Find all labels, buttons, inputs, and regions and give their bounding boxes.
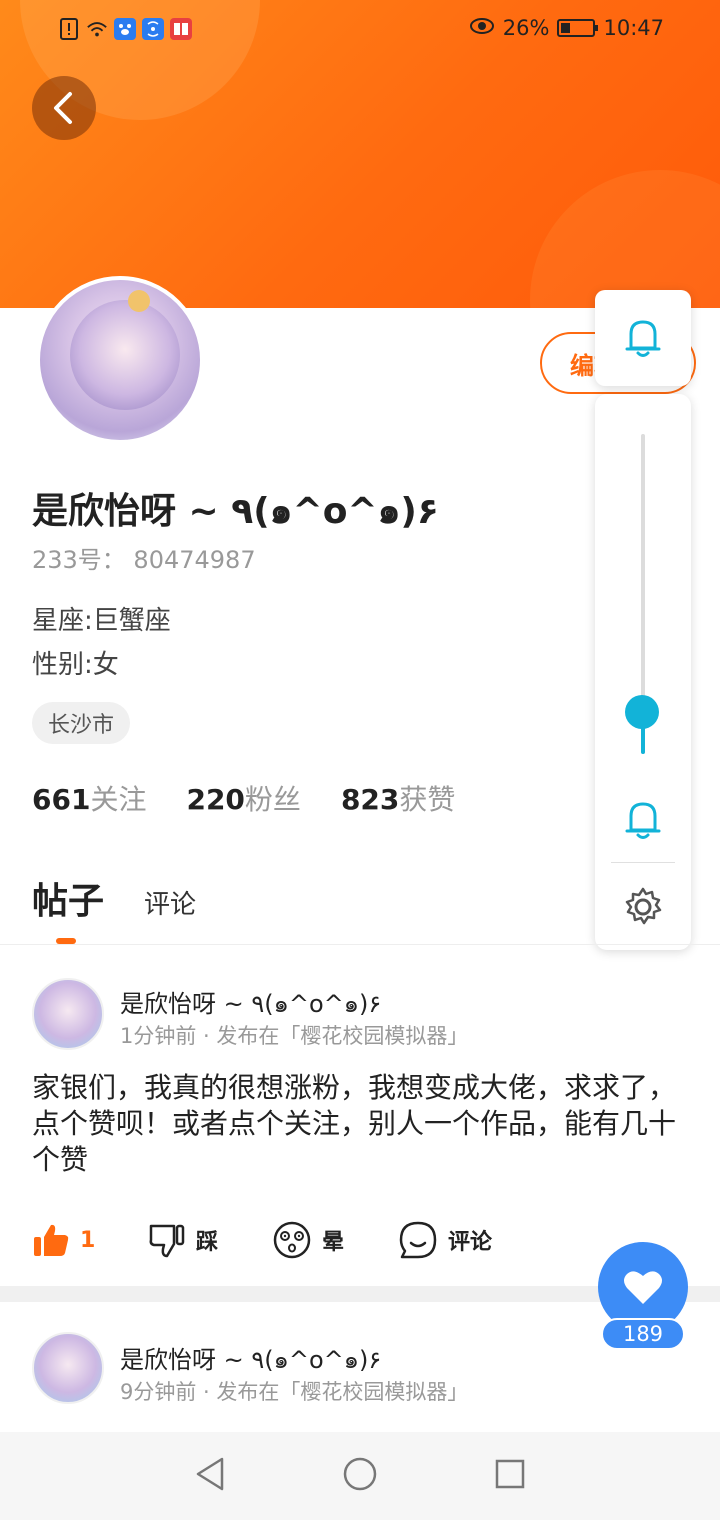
alert-icon: [58, 18, 80, 40]
stat-number: 823: [340, 783, 400, 816]
avatar-art: [70, 300, 180, 410]
volume-panel: [595, 394, 691, 950]
profile-username: 是欣怡呀 ~ ٩(๑^o^๑)۶: [32, 491, 439, 532]
profile-uid: 233号： 80474987: [32, 546, 256, 574]
like-count: 1: [80, 1227, 96, 1253]
book-icon: [170, 18, 192, 40]
stat-followers[interactable]: 220粉丝: [186, 778, 300, 818]
comment-icon: [399, 1221, 437, 1259]
thumbs-up-icon: [34, 1224, 69, 1256]
volume-settings-button[interactable]: [622, 886, 664, 932]
home-circle-icon: [343, 1457, 377, 1491]
like-fab-count: 189: [601, 1318, 685, 1350]
dislike-label: 踩: [196, 1230, 219, 1255]
status-bar: 26% 10:47: [0, 0, 720, 62]
avatar-hair-ornament: [128, 290, 150, 312]
nav-back-button[interactable]: [194, 1456, 226, 1496]
stat-label: 粉丝: [244, 783, 301, 816]
volume-ringer-button[interactable]: [595, 290, 691, 386]
baidu-icon: [114, 18, 136, 40]
post-author-avatar[interactable]: [32, 978, 104, 1050]
back-button[interactable]: [32, 76, 96, 140]
post-card[interactable]: 是欣怡呀 ~ ٩(๑^o^๑)۶ 1分钟前 · 发布在「樱花校园模拟器」 家银们…: [0, 944, 720, 1286]
post-content[interactable]: 家银们，我真的很想涨粉，我想变成大佬，求求了，点个赞呗！或者点个关注，别人一个作…: [32, 1070, 688, 1178]
cast-icon: [142, 18, 164, 40]
bell-icon: [625, 320, 661, 357]
nav-home-button[interactable]: [342, 1456, 378, 1496]
thumbs-down-icon: [149, 1224, 185, 1258]
profile-tabs: 帖子 评论: [32, 872, 196, 924]
header-decor-circle: [530, 170, 720, 308]
wifi-icon: [86, 18, 108, 40]
post-meta: 1分钟前 · 发布在「樱花校园模拟器」: [120, 1024, 469, 1048]
stat-number: 661: [32, 783, 91, 816]
battery-icon: [557, 19, 599, 37]
chevron-left-icon: [54, 92, 72, 124]
battery-percent: 26%: [502, 16, 550, 40]
stat-likes[interactable]: 823获赞: [341, 778, 455, 818]
nav-recents-button[interactable]: [494, 1458, 526, 1494]
volume-slider-handle[interactable]: [625, 695, 659, 730]
like-button[interactable]: 1: [32, 1222, 148, 1258]
comment-label: 评论: [448, 1230, 493, 1255]
stat-number: 220: [186, 783, 245, 816]
dizzy-label: 晕: [322, 1230, 345, 1255]
volume-panel-divider: [611, 862, 675, 863]
heart-icon: [624, 1271, 662, 1304]
post-author-name[interactable]: 是欣怡呀 ~ ٩(๑^o^๑)۶: [120, 984, 381, 1023]
stat-label: 获赞: [399, 783, 456, 816]
tab-comments[interactable]: 评论: [144, 884, 196, 921]
system-nav-bar: [0, 1432, 720, 1520]
profile-stats: 661关注 220粉丝 823获赞: [32, 778, 455, 818]
notification-volume-button[interactable]: [623, 798, 663, 846]
post-actions: 1 踩 晕 评论: [32, 1220, 492, 1260]
recents-square-icon: [495, 1459, 525, 1489]
stat-label: 关注: [90, 783, 147, 816]
post-author-name[interactable]: 是欣怡呀 ~ ٩(๑^o^๑)۶: [120, 1340, 381, 1379]
profile-avatar[interactable]: [36, 276, 204, 444]
dizzy-button[interactable]: 晕: [272, 1220, 398, 1260]
city-tag[interactable]: 长沙市: [32, 702, 131, 744]
stat-following[interactable]: 661关注: [32, 778, 146, 818]
dizzy-face-icon: [273, 1221, 311, 1259]
clock: 10:47: [603, 16, 664, 40]
status-icons-left: [58, 18, 192, 40]
bell-icon: [625, 802, 661, 839]
profile-zodiac: 星座:巨蟹座: [32, 606, 171, 636]
back-triangle-icon: [196, 1457, 224, 1491]
post-author-avatar[interactable]: [32, 1332, 104, 1404]
profile-gender: 性别:女: [32, 650, 119, 680]
post-meta: 9分钟前 · 发布在「樱花校园模拟器」: [120, 1380, 469, 1404]
gear-icon: [625, 887, 662, 925]
eye-icon: [469, 16, 495, 40]
comment-button[interactable]: 评论: [398, 1220, 492, 1260]
status-right: 26% 10:47: [469, 16, 664, 40]
tab-posts[interactable]: 帖子: [32, 872, 104, 924]
dislike-button[interactable]: 踩: [148, 1222, 272, 1258]
